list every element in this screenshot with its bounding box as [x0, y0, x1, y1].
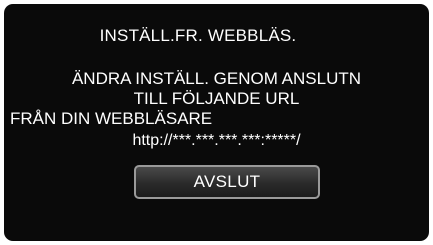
message-line-1: ÄNDRA INSTÄLL. GENOM ANSLUTN — [71, 69, 362, 88]
message-line-2: TILL FÖLJANDE URL — [133, 89, 300, 108]
device-screen: INSTÄLL.FR. WEBBLÄS. ÄNDRA INSTÄLL. GENO… — [0, 0, 433, 245]
message-line-3: FRÅN DIN WEBBLÄSARE — [10, 109, 213, 128]
connection-url: http://***.***.***.***:*****/ — [132, 132, 301, 149]
dialog-title: INSTÄLL.FR. WEBBLÄS. — [99, 26, 297, 45]
exit-button[interactable]: AVSLUT — [134, 165, 320, 199]
dialog-panel: INSTÄLL.FR. WEBBLÄS. ÄNDRA INSTÄLL. GENO… — [4, 4, 429, 241]
